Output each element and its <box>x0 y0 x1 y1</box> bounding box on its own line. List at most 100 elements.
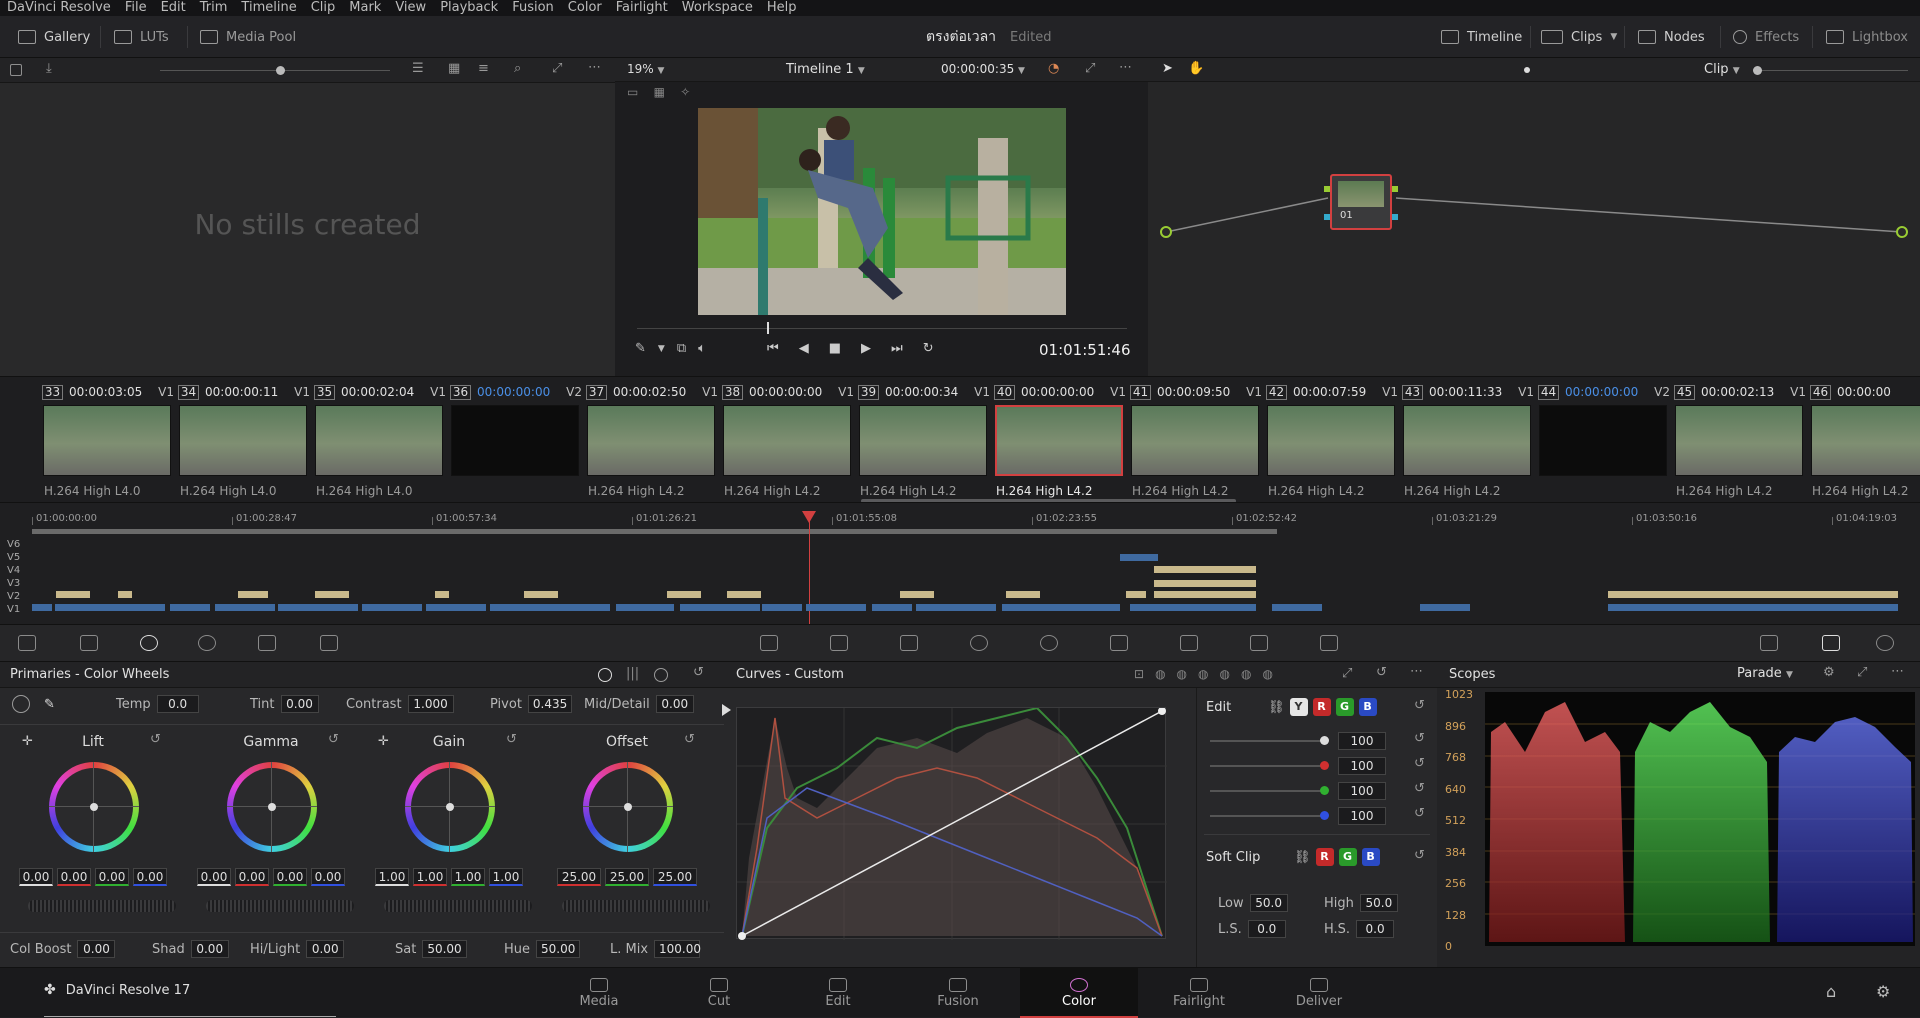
menu-color[interactable]: Color <box>561 0 609 16</box>
search-icon[interactable]: ⌕ <box>514 61 521 76</box>
timeline-clip[interactable] <box>900 591 934 598</box>
clip-thumbnail[interactable]: 37 00:00:02:50 V1 H.264 High L4.2 <box>586 377 722 503</box>
lift-wheel[interactable] <box>49 762 139 852</box>
timeline-clip[interactable] <box>1154 566 1256 573</box>
hilight-field[interactable]: 0.00 <box>306 940 345 958</box>
clip-thumbnail[interactable]: 39 00:00:00:34 V1 H.264 High L4.2 <box>858 377 994 503</box>
more-options-icon[interactable]: ⋯ <box>1119 60 1132 75</box>
scope-mode-dropdown[interactable]: Parade ▼ <box>1737 666 1793 681</box>
zoom-dropdown[interactable]: 19% ▼ <box>627 62 664 76</box>
go-to-end-icon[interactable]: ⏭︎ <box>891 341 903 356</box>
motion-effects-icon[interactable] <box>320 635 338 651</box>
page-color[interactable]: Color <box>1020 968 1138 1018</box>
thumbnail-size-slider[interactable] <box>160 70 390 71</box>
camera-raw-icon[interactable] <box>18 635 36 651</box>
r-reset-icon[interactable]: ↺ <box>1414 756 1425 771</box>
lift-reset-icon[interactable]: ↺ <box>150 732 161 747</box>
timeline-clip[interactable] <box>215 604 275 611</box>
b-intensity-field[interactable]: 100 <box>1338 807 1386 825</box>
offset-b-field[interactable]: 25.00 <box>653 868 697 886</box>
gain-master-wheel[interactable] <box>384 900 532 912</box>
timeline-clip[interactable] <box>1608 591 1898 598</box>
home-icon[interactable]: ⌂ <box>1826 982 1836 1001</box>
effects-button[interactable]: Effects <box>1733 16 1799 58</box>
clip-thumbnail-image[interactable] <box>1267 405 1395 476</box>
y-intensity-slider[interactable]: 100 <box>1210 731 1390 751</box>
low-field[interactable]: 50.0 <box>1249 894 1288 912</box>
timeline-clip[interactable] <box>1154 591 1256 598</box>
sizing-icon[interactable] <box>1320 635 1338 651</box>
g-intensity-field[interactable]: 100 <box>1338 782 1386 800</box>
temp-field[interactable]: 0.0 <box>156 695 199 713</box>
timeline-clip[interactable] <box>362 604 422 611</box>
sidebar-toggle-icon[interactable] <box>10 64 22 76</box>
sat-field[interactable]: 50.00 <box>422 940 467 958</box>
fullscreen-icon[interactable]: ⤢ <box>1085 61 1095 76</box>
settings-gear-icon[interactable]: ⚙︎ <box>1876 982 1890 1001</box>
timeline-clip[interactable] <box>278 604 358 611</box>
clip-thumbnail-image[interactable] <box>1539 405 1667 476</box>
hue-field[interactable]: 50.00 <box>536 940 581 958</box>
gain-g-field[interactable]: 1.00 <box>451 868 485 886</box>
high-field[interactable]: 50.0 <box>1359 894 1398 912</box>
page-fairlight[interactable]: Fairlight <box>1140 968 1258 1018</box>
expand-icon[interactable]: ⤢ <box>1857 665 1867 680</box>
timeline-clip[interactable] <box>56 591 90 598</box>
clip-thumbnail-image[interactable] <box>1403 405 1531 476</box>
shad-field[interactable]: 0.00 <box>190 940 229 958</box>
scope-settings-icon[interactable]: ⚙︎ <box>1823 665 1835 680</box>
lum-vs-sat-icon[interactable]: ◍ <box>1220 667 1230 681</box>
magic-wand-icon[interactable]: ✧ <box>680 85 690 99</box>
timeline-clip[interactable] <box>170 604 210 611</box>
window-icon[interactable] <box>970 635 988 651</box>
channel-r-button[interactable]: R <box>1312 698 1331 716</box>
gamma-y-field[interactable]: 0.00 <box>197 868 231 886</box>
clip-thumbnail-image[interactable] <box>1131 405 1259 476</box>
node-key-output-port[interactable] <box>1392 214 1398 220</box>
hue-vs-sat-icon[interactable]: ◍ <box>1177 667 1187 681</box>
offset-reset-icon[interactable]: ↺ <box>684 732 695 747</box>
menu-view[interactable]: View <box>388 0 433 16</box>
node-key-input-port[interactable] <box>1324 214 1330 220</box>
lift-master-wheel[interactable] <box>28 900 176 912</box>
sort-icon[interactable]: ☰ <box>412 61 424 76</box>
expand-icon[interactable]: ⤢ <box>1342 666 1352 681</box>
col-boost-field[interactable]: 0.00 <box>77 940 116 958</box>
clip-thumbnail[interactable]: 41 00:00:09:50 V1 H.264 High L4.2 <box>1130 377 1266 503</box>
page-cut[interactable]: Cut <box>660 968 778 1018</box>
page-fusion[interactable]: Fusion <box>899 968 1017 1018</box>
sat-vs-sat-icon[interactable]: ◍ <box>1241 667 1251 681</box>
timeline-clip[interactable] <box>1006 591 1040 598</box>
lift-g-field[interactable]: 0.00 <box>95 868 129 886</box>
menu-edit[interactable]: Edit <box>154 0 193 16</box>
blur-icon[interactable] <box>1180 635 1198 651</box>
tracker-icon[interactable] <box>1040 635 1058 651</box>
lightbox-button[interactable]: Lightbox <box>1826 16 1908 58</box>
timeline-clip[interactable] <box>1154 580 1256 587</box>
timeline-clip[interactable] <box>1176 604 1256 611</box>
clip-thumbnail-image[interactable] <box>1675 405 1803 476</box>
hdr-wheels-icon[interactable] <box>198 635 216 651</box>
clip-thumbnail-image[interactable] <box>995 405 1123 476</box>
grid-view-icon[interactable]: ▦ <box>448 61 460 76</box>
link-icon[interactable]: ⛓︎ <box>1268 700 1285 715</box>
offset-wheel[interactable] <box>583 762 673 852</box>
timeline-clip[interactable] <box>1272 604 1322 611</box>
sat-vs-lum-icon[interactable]: ◍ <box>1262 667 1272 681</box>
menu-fairlight[interactable]: Fairlight <box>609 0 675 16</box>
timeline-clip[interactable] <box>680 604 760 611</box>
curves-icon[interactable] <box>760 635 778 651</box>
slider-knob[interactable] <box>276 66 285 75</box>
more-options-icon[interactable]: ⋯ <box>588 60 601 75</box>
stop-icon[interactable]: ■ <box>829 341 841 356</box>
soft-clip-reset-icon[interactable]: ↺ <box>1414 848 1425 863</box>
reset-icon[interactable]: ↺ <box>1376 665 1387 680</box>
timeline-clip[interactable] <box>435 591 449 598</box>
menu-help[interactable]: Help <box>760 0 804 16</box>
clip-thumbnail-image[interactable] <box>859 405 987 476</box>
timeline-clip[interactable] <box>1126 591 1146 598</box>
lift-b-field[interactable]: 0.00 <box>133 868 167 886</box>
clip-thumbnail[interactable]: 33 00:00:03:05 V1 H.264 High L4.0 <box>42 377 178 503</box>
color-cycle-icon[interactable]: ◔ <box>1048 61 1059 76</box>
clip-thumbnail[interactable]: 38 00:00:00:00 V1 H.264 High L4.2 <box>722 377 858 503</box>
